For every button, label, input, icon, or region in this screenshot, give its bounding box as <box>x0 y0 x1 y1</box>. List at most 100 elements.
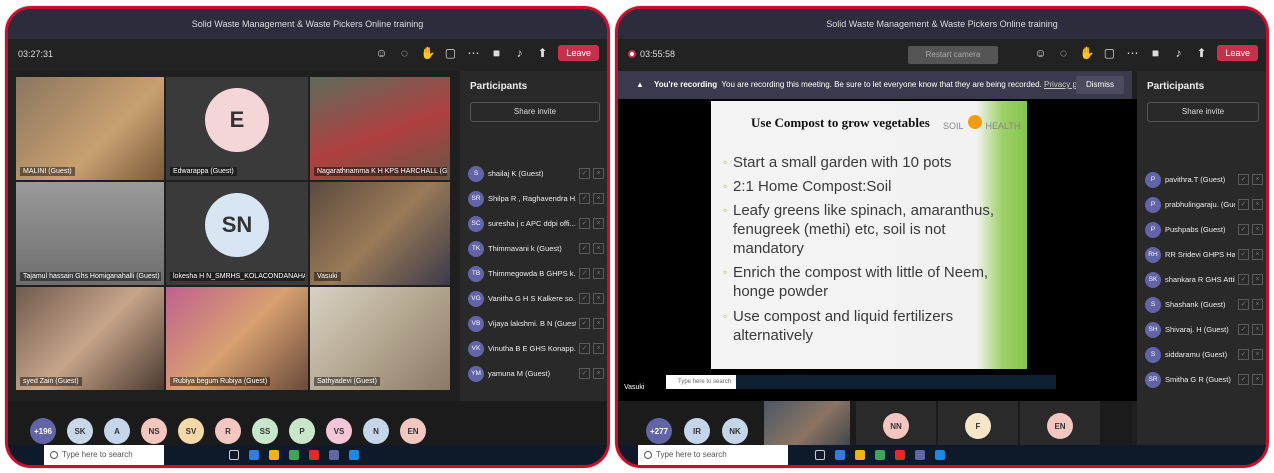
participant-row[interactable]: TK Thimmavani k (Guest) ✓ × <box>468 236 604 261</box>
mic-icon[interactable]: ✓ <box>1238 174 1249 185</box>
taskbar-search[interactable]: Type here to search <box>638 445 788 465</box>
app-icon[interactable] <box>309 450 319 460</box>
share-invite-button[interactable]: Share invite <box>470 102 600 122</box>
more-icon[interactable]: ⋯ <box>466 46 480 60</box>
mic-icon[interactable]: ♪ <box>512 46 526 60</box>
participant-row[interactable]: SC suresha j c APC ddpi offi... ✓ × <box>468 211 604 236</box>
participant-avatar[interactable]: N <box>363 418 389 444</box>
app-icon[interactable] <box>289 450 299 460</box>
participant-avatar[interactable]: +196 <box>30 418 56 444</box>
app-icon[interactable] <box>329 450 339 460</box>
camera-icon[interactable]: ■ <box>1148 46 1162 60</box>
video-tile[interactable]: Rubiya begum Rubiya (Guest) <box>166 287 308 390</box>
video-tile[interactable]: Nagarathnamma K H KPS HARCHALL (Guest) <box>310 77 450 180</box>
participant-row[interactable]: SR Smitha G R (Guest) ✓ × <box>1145 367 1263 392</box>
participant-avatar[interactable]: SV <box>178 418 204 444</box>
participant-avatar[interactable]: R <box>215 418 241 444</box>
remove-icon[interactable]: × <box>1252 299 1263 310</box>
app-icon[interactable] <box>875 450 885 460</box>
camera-icon[interactable]: ■ <box>489 46 503 60</box>
participant-row[interactable]: VK Vinutha B E GHS Konapp... ✓ × <box>468 336 604 361</box>
mic-icon[interactable]: ✓ <box>1238 224 1249 235</box>
mic-icon[interactable]: ♪ <box>1171 46 1185 60</box>
mic-icon[interactable]: ✓ <box>1238 324 1249 335</box>
participant-row[interactable]: VB Vijaya lakshmi. B N (Guest) ✓ × <box>468 311 604 336</box>
app-icon[interactable] <box>835 450 845 460</box>
mic-icon[interactable]: ✓ <box>1238 299 1249 310</box>
rooms-icon[interactable]: ▢ <box>1102 46 1116 60</box>
remove-icon[interactable]: × <box>1252 249 1263 260</box>
participant-row[interactable]: SK shankara R GHS Attihalli ...✓× <box>1145 267 1263 292</box>
participant-avatar[interactable]: EN <box>400 418 426 444</box>
remove-icon[interactable]: × <box>593 218 604 229</box>
participant-row[interactable]: RH RR Sridevi GHPS Haroshi...✓× <box>1145 242 1263 267</box>
remove-icon[interactable]: × <box>1252 274 1263 285</box>
video-tile[interactable]: Vasuki <box>310 182 450 285</box>
participant-avatar[interactable]: SS <box>252 418 278 444</box>
participant-row[interactable]: SH Shivaraj. H (Guest) ✓ × <box>1145 317 1263 342</box>
mic-icon[interactable]: ✓ <box>579 168 590 179</box>
participant-row[interactable]: YM yamuna M (Guest) ✓ × <box>468 361 604 386</box>
app-icon[interactable] <box>915 450 925 460</box>
participant-avatar[interactable]: VS <box>326 418 352 444</box>
participant-row[interactable]: P Pushpabs (Guest) ✓ × <box>1145 217 1263 242</box>
participant-avatar[interactable]: A <box>104 418 130 444</box>
rooms-icon[interactable]: ▢ <box>443 46 457 60</box>
participant-avatar[interactable]: NK <box>722 418 748 444</box>
participant-row[interactable]: TB Thimmegowda B GHPS k... ✓ × <box>468 261 604 286</box>
participant-row[interactable]: Ssiddaramu (Guest) ✓ × <box>1145 342 1263 367</box>
mic-icon[interactable]: ✓ <box>1238 349 1249 360</box>
remove-icon[interactable]: × <box>593 268 604 279</box>
video-tile[interactable]: Tajamul hassain Ghs Homiganahalli (Guest… <box>16 182 164 285</box>
remove-icon[interactable]: × <box>1252 374 1263 385</box>
mic-icon[interactable]: ✓ <box>579 218 590 229</box>
participant-avatar[interactable]: IR <box>684 418 710 444</box>
remove-icon[interactable]: × <box>593 168 604 179</box>
remove-icon[interactable]: × <box>593 243 604 254</box>
participant-row[interactable]: VG Vanitha G H S Kalkere so... ✓ × <box>468 286 604 311</box>
app-icon[interactable] <box>249 450 259 460</box>
taskbar-search[interactable]: Type here to search <box>44 445 164 465</box>
remove-icon[interactable]: × <box>1252 199 1263 210</box>
video-tile[interactable]: E Edwarappa (Guest) <box>166 77 308 180</box>
remove-icon[interactable]: × <box>593 193 604 204</box>
remove-icon[interactable]: × <box>593 318 604 329</box>
participant-avatar[interactable]: P <box>289 418 315 444</box>
share-icon[interactable]: ⬆ <box>535 46 549 60</box>
mic-icon[interactable]: ✓ <box>1238 199 1249 210</box>
video-tile[interactable]: SNlokesha H N_SMRHS_KOLACONDANAHALLI (Gu… <box>166 182 308 285</box>
leave-button[interactable]: Leave <box>558 45 599 61</box>
participant-avatar[interactable]: +277 <box>646 418 672 444</box>
raise-hand-icon[interactable]: ✋ <box>1079 46 1094 60</box>
video-tile[interactable]: MALINI (Guest) <box>16 77 164 180</box>
raise-hand-icon[interactable]: ✋ <box>420 46 435 60</box>
app-icon[interactable] <box>855 450 865 460</box>
more-icon[interactable]: ⋯ <box>1125 46 1139 60</box>
people-icon[interactable]: ☺ <box>1033 46 1047 60</box>
remove-icon[interactable]: × <box>593 293 604 304</box>
remove-icon[interactable]: × <box>1252 174 1263 185</box>
app-icon[interactable] <box>349 450 359 460</box>
share-invite-button[interactable]: Share invite <box>1147 102 1259 122</box>
mic-icon[interactable]: ✓ <box>1238 374 1249 385</box>
mic-icon[interactable]: ✓ <box>1238 249 1249 260</box>
chat-icon[interactable]: ◌ <box>1056 46 1070 60</box>
app-icon[interactable] <box>935 450 945 460</box>
remove-icon[interactable]: × <box>1252 324 1263 335</box>
chat-icon[interactable]: ◌ <box>397 46 411 60</box>
app-icon[interactable] <box>269 450 279 460</box>
dismiss-button[interactable]: Dismiss <box>1076 76 1124 94</box>
mic-icon[interactable]: ✓ <box>579 293 590 304</box>
remove-icon[interactable]: × <box>593 368 604 379</box>
mic-icon[interactable]: ✓ <box>579 318 590 329</box>
people-icon[interactable]: ☺ <box>374 46 388 60</box>
participant-avatar[interactable]: SK <box>67 418 93 444</box>
participant-row[interactable]: Sshailaj K (Guest) ✓ × <box>468 161 604 186</box>
video-tile[interactable]: Sathyadevi (Guest) <box>310 287 450 390</box>
mic-icon[interactable]: ✓ <box>579 368 590 379</box>
participant-row[interactable]: Ppavithra.T (Guest) ✓ × <box>1145 167 1263 192</box>
participant-row[interactable]: SR Shilpa R , Raghavendra H... ✓ × <box>468 186 604 211</box>
remove-icon[interactable]: × <box>1252 349 1263 360</box>
restart-camera-button[interactable]: Restart camera <box>908 46 998 64</box>
remove-icon[interactable]: × <box>593 343 604 354</box>
